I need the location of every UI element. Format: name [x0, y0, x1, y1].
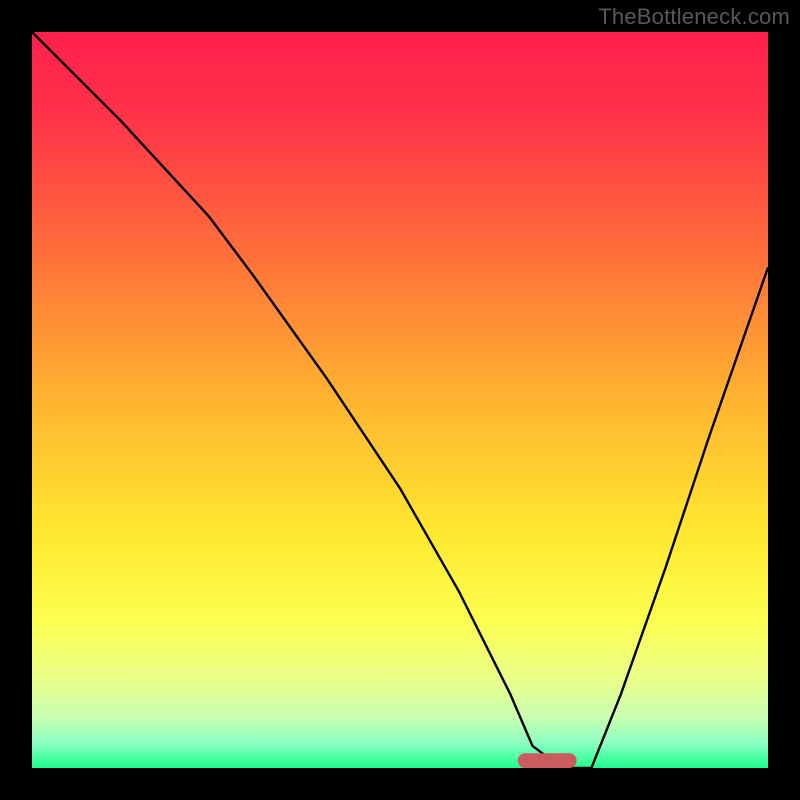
watermark-text: TheBottleneck.com	[598, 4, 790, 30]
chart-frame: TheBottleneck.com	[0, 0, 800, 800]
plot-background-gradient	[32, 32, 768, 768]
bottleneck-chart	[0, 0, 800, 800]
optimal-marker	[518, 753, 577, 768]
